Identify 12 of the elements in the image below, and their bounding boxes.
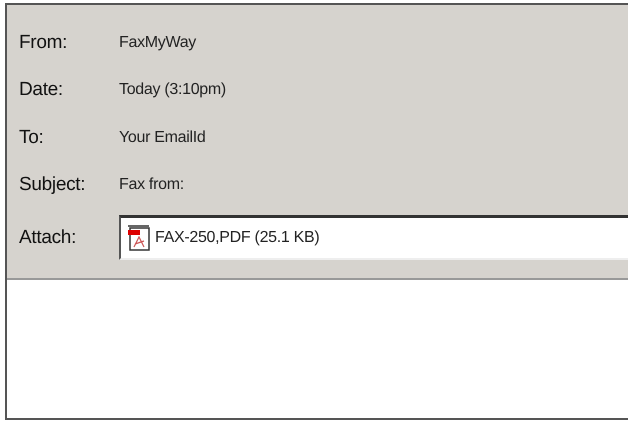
- attachment-file-name[interactable]: FAX-250,PDF (25.1 KB): [155, 229, 320, 247]
- field-label: Date:: [19, 79, 64, 102]
- field-label: Attach:: [19, 226, 78, 248]
- field-label: Subject:: [19, 174, 86, 196]
- field-value: Today (3:10pm): [119, 81, 227, 100]
- field-label: To:: [19, 126, 44, 149]
- field-value: FaxMyWay: [119, 34, 198, 52]
- pdf-file-icon: [127, 225, 151, 251]
- field-value: Your EmailId: [119, 128, 207, 147]
- field-label: From:: [19, 32, 68, 54]
- field-value: Fax from:: [119, 176, 185, 194]
- attachment-field[interactable]: FAX-250,PDF (25.1 KB): [119, 215, 628, 260]
